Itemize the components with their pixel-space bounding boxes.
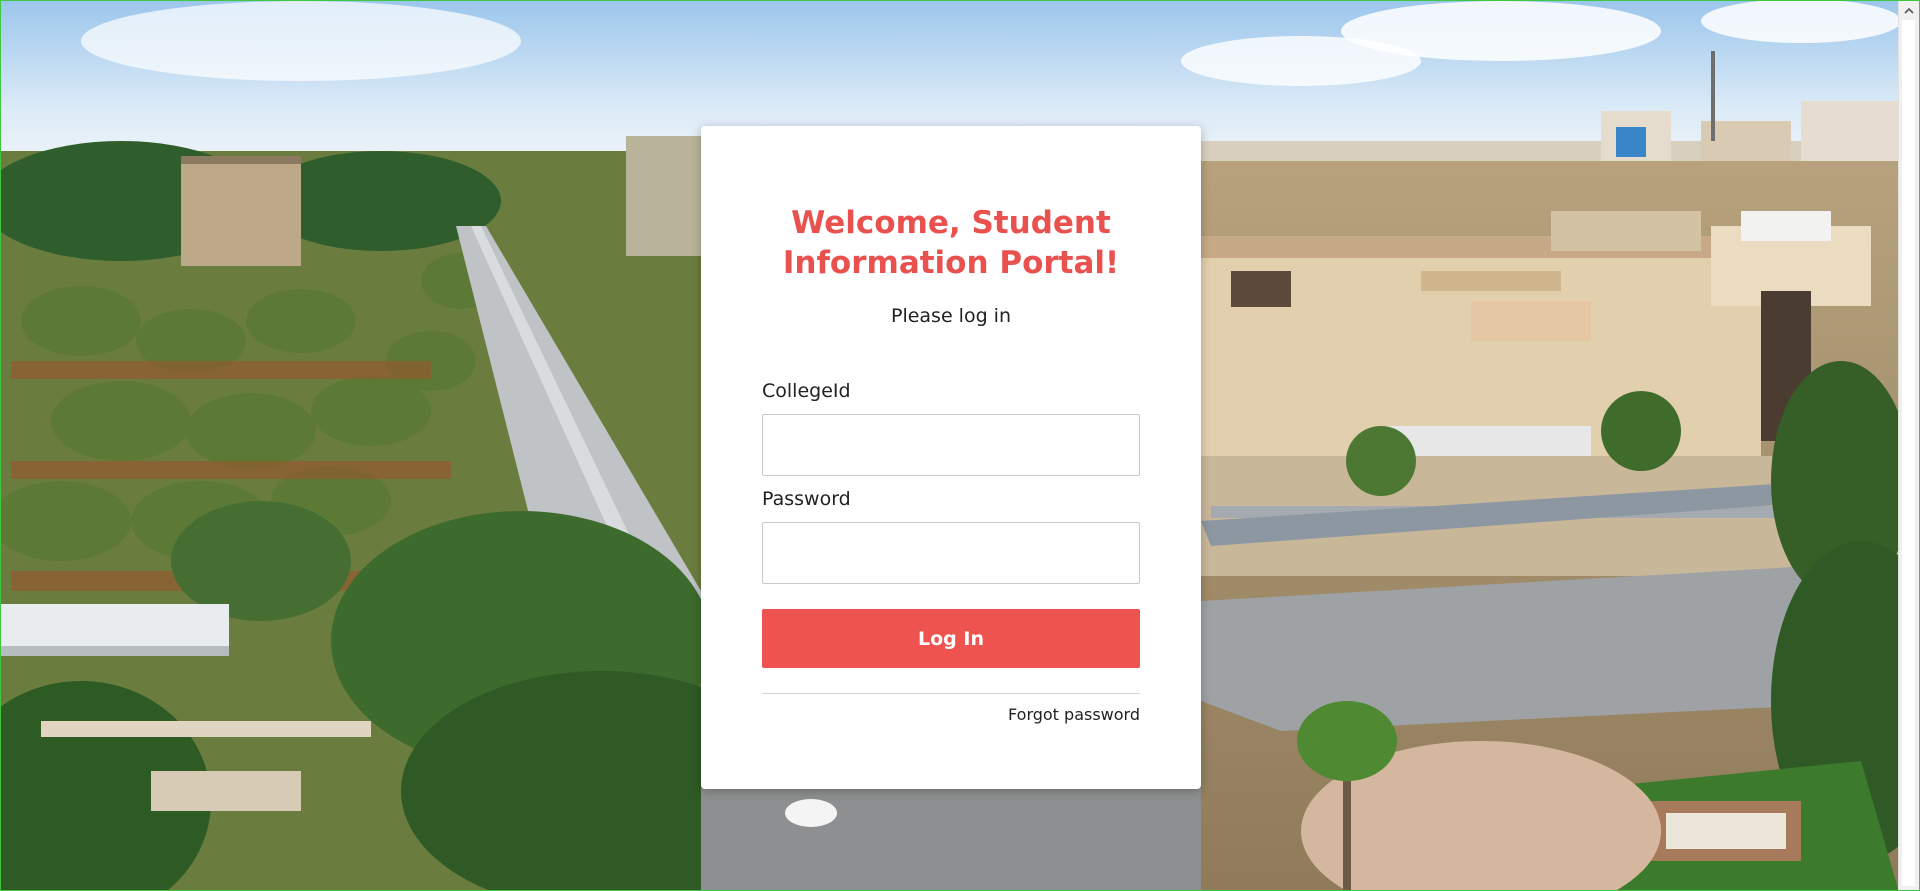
page-viewport: Welcome, Student Information Portal! Ple… — [0, 0, 1920, 891]
login-subtitle: Please log in — [890, 305, 1012, 327]
college-id-label: CollegeId — [762, 380, 851, 402]
password-label: Password — [762, 488, 851, 510]
login-button[interactable]: Log In — [762, 609, 1140, 668]
scrollbar-thumb[interactable] — [1902, 20, 1915, 886]
login-card: Welcome, Student Information Portal! Ple… — [701, 126, 1201, 789]
vertical-scrollbar[interactable] — [1898, 1, 1919, 890]
chevron-up-icon[interactable] — [1899, 1, 1919, 19]
password-input[interactable] — [762, 522, 1140, 584]
college-id-input[interactable] — [762, 414, 1140, 476]
forgot-password-link[interactable]: Forgot password — [762, 705, 1140, 724]
page-title: Welcome, Student Information Portal! — [782, 205, 1120, 281]
divider — [762, 693, 1140, 694]
